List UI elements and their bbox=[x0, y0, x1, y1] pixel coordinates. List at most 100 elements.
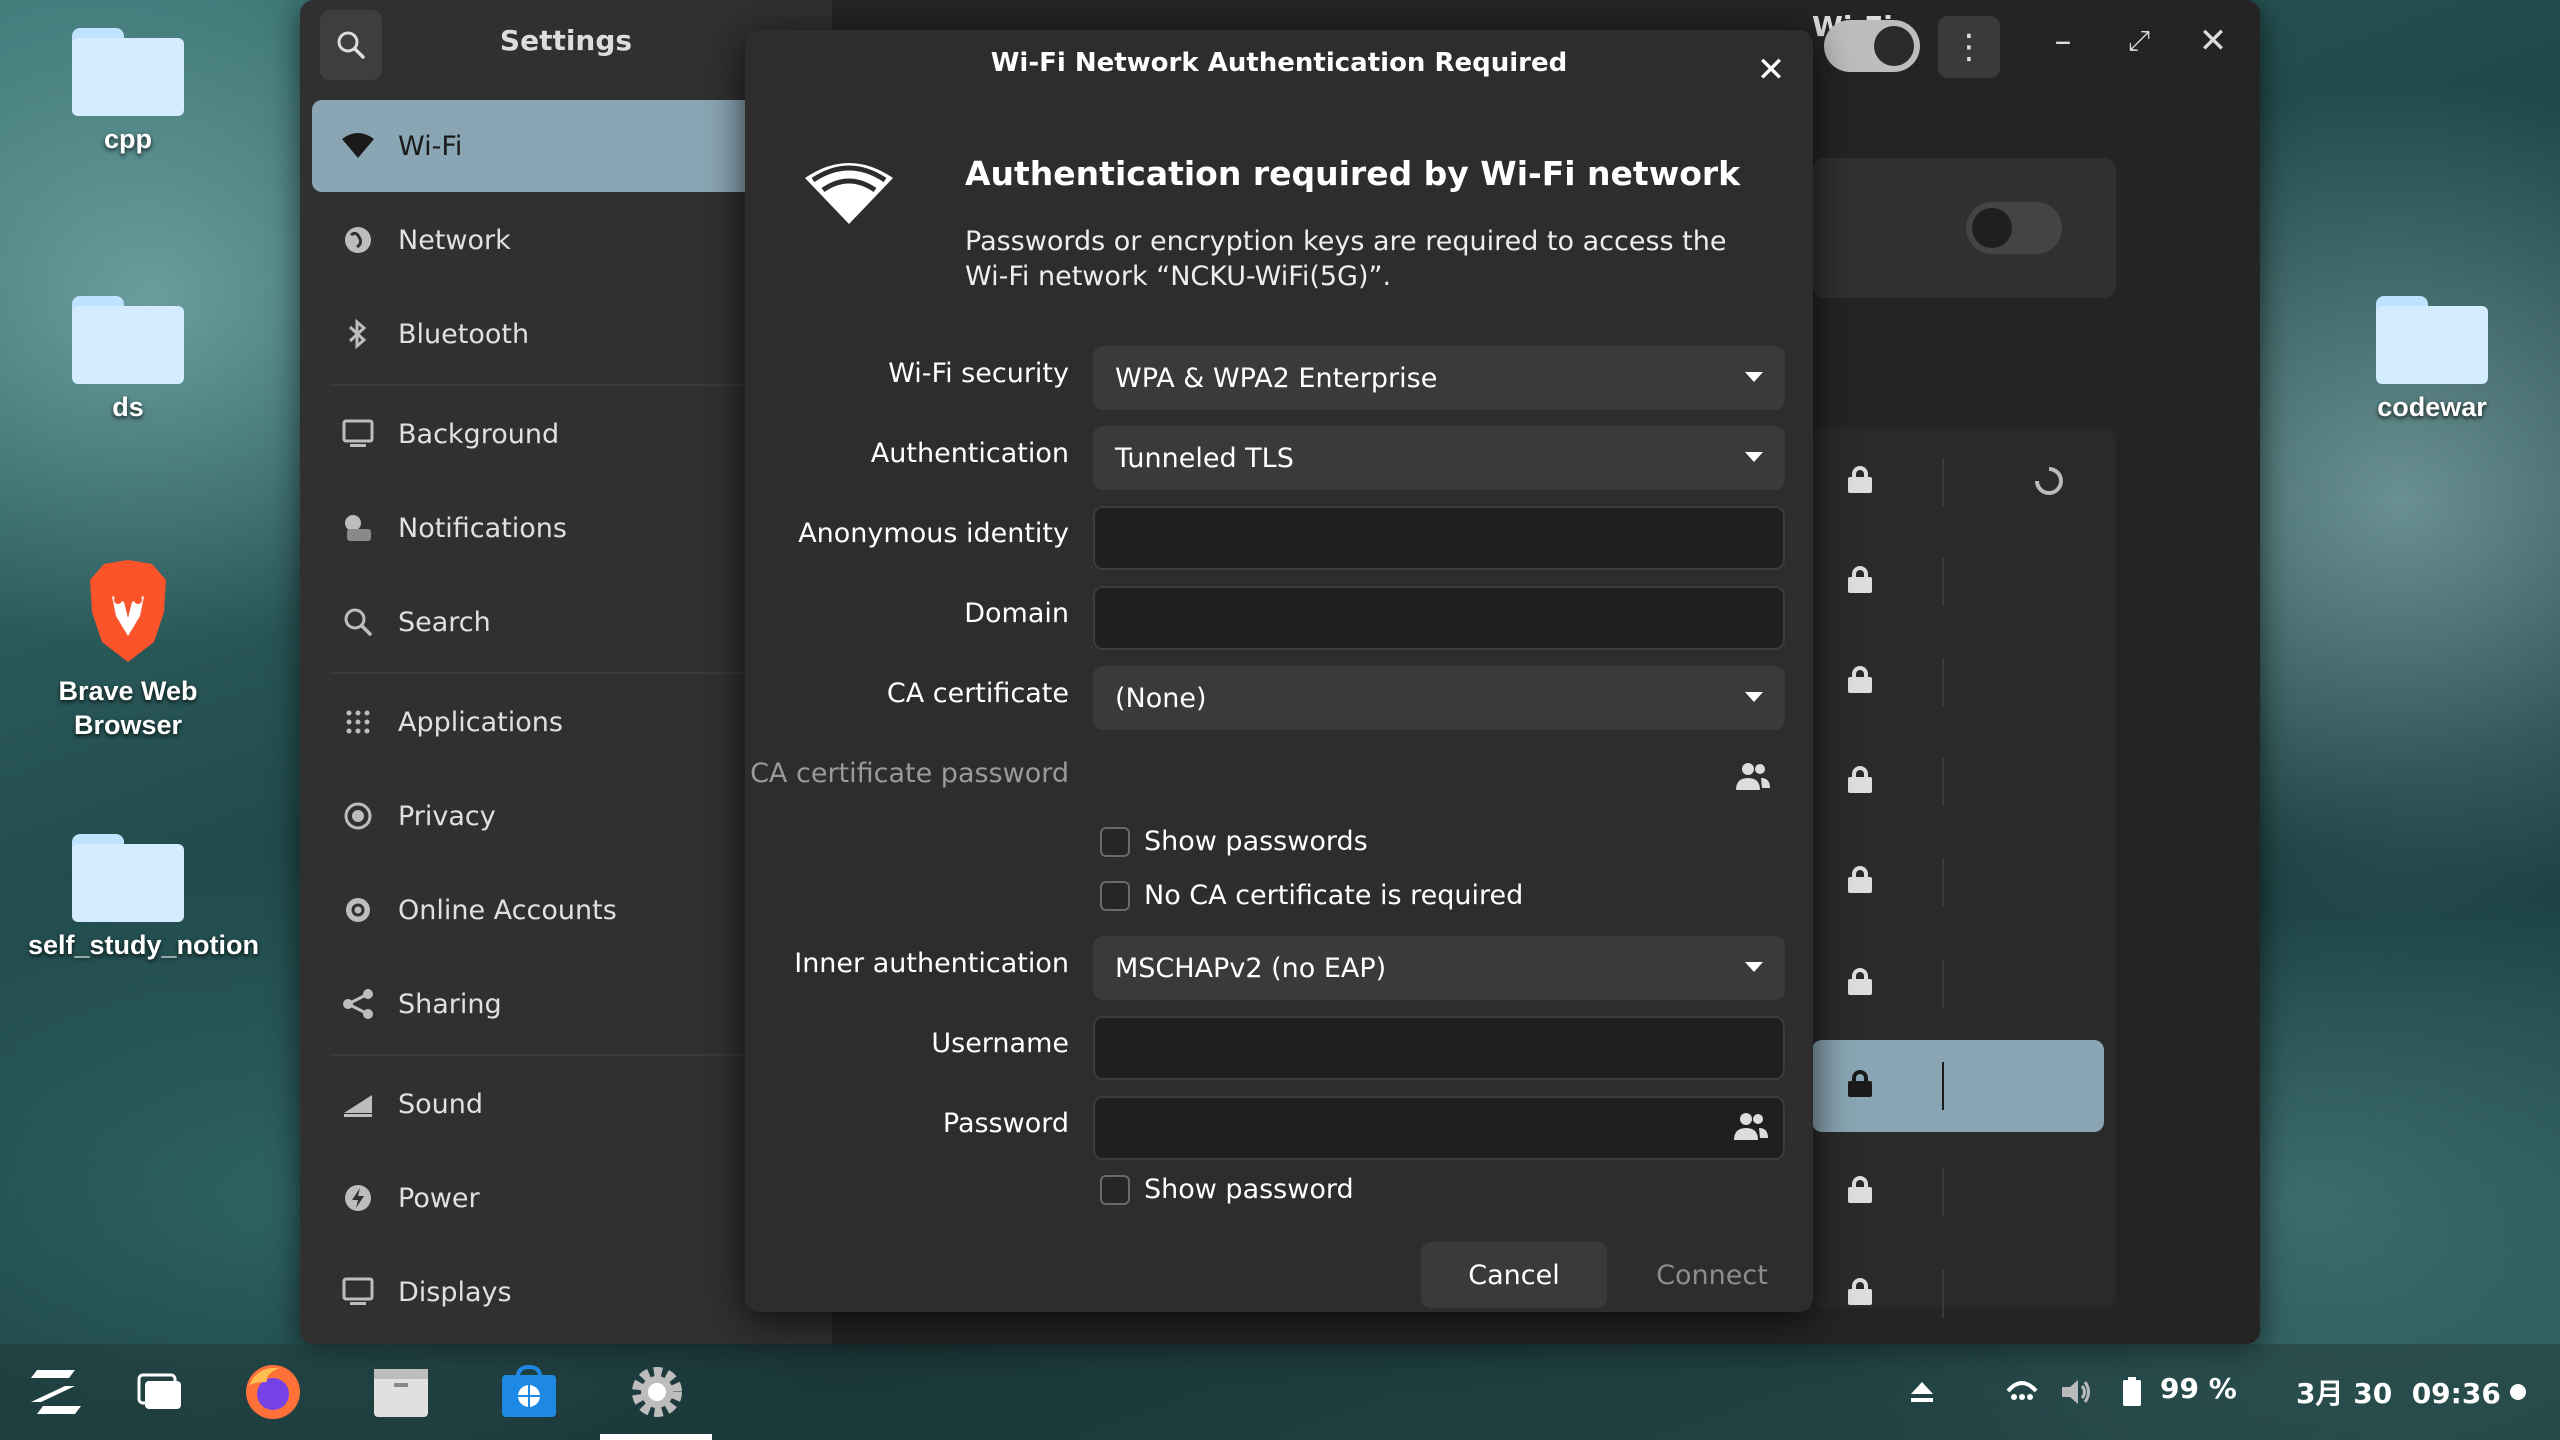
no-ca-required-checkbox[interactable]: No CA certificate is required bbox=[1100, 880, 1523, 911]
gear-icon bbox=[632, 1367, 682, 1417]
list-item[interactable] bbox=[1812, 832, 2260, 932]
list-item[interactable] bbox=[1812, 732, 2260, 832]
lock-icon bbox=[1848, 1070, 1872, 1097]
authentication-label: Authentication bbox=[870, 438, 1069, 469]
minimize-button[interactable]: – bbox=[2040, 18, 2086, 64]
volume-button[interactable] bbox=[2054, 1344, 2098, 1440]
wifi-security-value: WPA & WPA2 Enterprise bbox=[1115, 362, 1438, 394]
desktop-folder-cpp[interactable]: cpp bbox=[28, 28, 228, 156]
password-input[interactable] bbox=[1093, 1096, 1785, 1160]
settings-launcher[interactable] bbox=[624, 1344, 690, 1440]
background-icon bbox=[340, 416, 376, 452]
connect-button[interactable]: Connect bbox=[1621, 1242, 1803, 1308]
inner-authentication-dropdown[interactable]: MSCHAPv2 (no EAP) bbox=[1093, 936, 1785, 1000]
list-item[interactable] bbox=[1812, 1244, 2260, 1344]
menu-button[interactable]: ⋮ bbox=[1938, 16, 2000, 78]
ca-certificate-password-input bbox=[1093, 746, 1785, 810]
sidebar-item-label: Privacy bbox=[398, 800, 496, 832]
inner-authentication-value: MSCHAPv2 (no EAP) bbox=[1115, 952, 1387, 984]
list-item[interactable] bbox=[1812, 432, 2260, 532]
domain-label: Domain bbox=[964, 598, 1069, 629]
maximize-button[interactable]: ⤢ bbox=[2116, 18, 2162, 64]
show-passwords-checkbox[interactable]: Show passwords bbox=[1100, 826, 1368, 857]
firefox-launcher[interactable] bbox=[238, 1344, 308, 1440]
network-status-button[interactable] bbox=[2000, 1344, 2044, 1440]
search-icon bbox=[340, 604, 376, 640]
desktop-folder-self-study-notion[interactable]: self_study_notion bbox=[28, 834, 259, 962]
desktop-icon-label: ds bbox=[112, 392, 144, 422]
lock-icon bbox=[1848, 566, 1872, 593]
airplane-mode-panel bbox=[1812, 158, 2116, 298]
notification-dot-icon[interactable] bbox=[2510, 1384, 2526, 1400]
clock[interactable]: 3月 30 09:36 bbox=[2296, 1372, 2501, 1412]
online-accounts-icon bbox=[340, 892, 376, 928]
ca-certificate-label: CA certificate bbox=[886, 678, 1069, 709]
show-passwords-label: Show passwords bbox=[1144, 826, 1368, 857]
sidebar-item-label: Background bbox=[398, 418, 560, 450]
files-launcher[interactable] bbox=[366, 1344, 436, 1440]
authentication-value: Tunneled TLS bbox=[1115, 442, 1294, 474]
desktop-folder-ds[interactable]: ds bbox=[28, 296, 228, 424]
wifi-auth-dialog: Wi-Fi Network Authentication Required ✕ … bbox=[745, 30, 1813, 1312]
authentication-dropdown[interactable]: Tunneled TLS bbox=[1093, 426, 1785, 490]
lock-icon bbox=[1848, 666, 1872, 693]
sound-icon bbox=[340, 1086, 376, 1122]
notifications-icon bbox=[340, 510, 376, 546]
sidebar-item-label: Search bbox=[398, 606, 491, 638]
wifi-toggle[interactable] bbox=[1824, 20, 1920, 72]
battery-percentage: 99 % bbox=[2160, 1372, 2237, 1405]
domain-input[interactable] bbox=[1093, 586, 1785, 650]
list-item[interactable] bbox=[1812, 532, 2260, 632]
show-password-checkbox[interactable]: Show password bbox=[1100, 1174, 1354, 1205]
folder-icon bbox=[72, 296, 184, 384]
zorin-logo-icon bbox=[31, 1370, 81, 1414]
lock-icon bbox=[1848, 466, 1872, 493]
checkbox-box bbox=[1100, 826, 1130, 857]
desktop-icon-label: codewar bbox=[2377, 392, 2487, 422]
dialog-heading: Authentication required by Wi-Fi network bbox=[965, 154, 1741, 193]
close-window-button[interactable]: ✕ bbox=[2190, 18, 2236, 64]
power-icon bbox=[340, 1180, 376, 1216]
dialog-close-button[interactable]: ✕ bbox=[1751, 50, 1791, 90]
wifi-security-label: Wi-Fi security bbox=[888, 358, 1069, 389]
folder-icon bbox=[72, 834, 184, 922]
airplane-mode-toggle[interactable] bbox=[1966, 202, 2062, 254]
people-icon[interactable] bbox=[1733, 1110, 1769, 1142]
sidebar-item-label: Online Accounts bbox=[398, 894, 617, 926]
ca-certificate-value: (None) bbox=[1115, 682, 1207, 714]
close-icon: ✕ bbox=[2198, 21, 2228, 61]
desktop-folder-codewar[interactable]: codewar bbox=[2332, 296, 2532, 424]
list-item-selected[interactable] bbox=[1812, 1040, 2104, 1132]
eject-button[interactable] bbox=[1900, 1344, 1944, 1440]
software-store-launcher[interactable] bbox=[494, 1344, 564, 1440]
sidebar-item-label: Sound bbox=[398, 1088, 484, 1120]
people-icon[interactable] bbox=[1735, 760, 1771, 792]
sidebar-item-label: Notifications bbox=[398, 512, 567, 544]
folder-icon bbox=[72, 28, 184, 116]
dropdown-arrow-icon bbox=[1745, 372, 1763, 382]
battery-button[interactable] bbox=[2114, 1344, 2150, 1440]
list-item[interactable] bbox=[1812, 632, 2260, 732]
sidebar-item-label: Power bbox=[398, 1182, 480, 1214]
window-overview-icon bbox=[137, 1373, 181, 1409]
sidebar-item-label: Network bbox=[398, 224, 511, 256]
list-item[interactable] bbox=[1812, 1142, 2260, 1242]
wifi-icon bbox=[340, 128, 376, 164]
anonymous-identity-input[interactable] bbox=[1093, 506, 1785, 570]
ca-certificate-password-label: CA certificate password bbox=[750, 758, 1069, 789]
wifi-security-dropdown[interactable]: WPA & WPA2 Enterprise bbox=[1093, 346, 1785, 410]
kebab-menu-icon: ⋮ bbox=[1952, 27, 1986, 67]
list-item[interactable] bbox=[1812, 934, 2260, 1034]
network-wired-icon bbox=[2006, 1381, 2038, 1400]
password-label: Password bbox=[942, 1108, 1069, 1139]
username-input[interactable] bbox=[1093, 1016, 1785, 1080]
desktop-icon-label: Brave Web Browser bbox=[58, 676, 198, 740]
spinner-icon bbox=[2035, 467, 2063, 495]
desktop-brave-browser[interactable]: Brave Web Browser bbox=[28, 556, 228, 742]
cancel-button[interactable]: Cancel bbox=[1421, 1242, 1607, 1308]
ca-certificate-dropdown[interactable]: (None) bbox=[1093, 666, 1785, 730]
folder-icon bbox=[2376, 296, 2488, 384]
zorin-menu-button[interactable] bbox=[20, 1344, 92, 1440]
sidebar-item-label: Displays bbox=[398, 1276, 512, 1308]
workspaces-button[interactable] bbox=[128, 1344, 192, 1440]
